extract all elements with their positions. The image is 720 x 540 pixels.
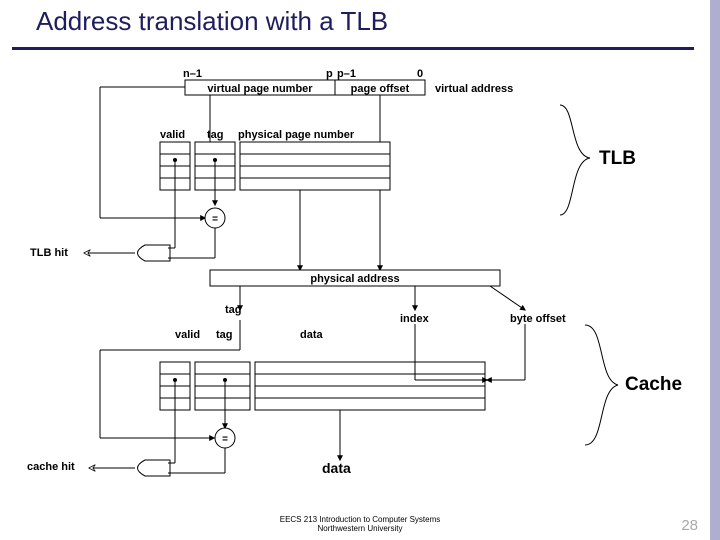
tlb-table: valid tag physical page number xyxy=(160,129,390,190)
label-pa-byte-offset: byte offset xyxy=(510,313,566,325)
label-tlb-hit: TLB hit xyxy=(30,247,68,259)
cache-table: valid tag data xyxy=(160,329,485,410)
tlb-header-valid: valid xyxy=(160,129,185,141)
label-pa-index: index xyxy=(400,313,430,325)
comparator-tlb-eq: = xyxy=(212,214,218,225)
label-cache-hit: cache hit xyxy=(27,461,75,473)
page-number: 28 xyxy=(681,517,698,534)
label-cache: Cache xyxy=(625,374,682,396)
label-p1: p–1 xyxy=(337,68,356,80)
cache-header-data: data xyxy=(300,329,324,341)
virtual-address-box: n–1 p p–1 0 virtual page number page off… xyxy=(183,68,513,95)
cache-header-tag: tag xyxy=(216,329,233,341)
brace-tlb xyxy=(560,105,590,215)
comparator-cache-eq: = xyxy=(222,434,228,445)
label-physical-address: physical address xyxy=(310,273,399,285)
label-n1: n–1 xyxy=(183,68,202,80)
label-virtual-address: virtual address xyxy=(435,83,513,95)
footer: EECS 213 Introduction to Computer System… xyxy=(0,516,720,534)
tlb-header-ppn: physical page number xyxy=(238,129,355,141)
label-page-offset: page offset xyxy=(351,83,410,95)
tlb-header-tag: tag xyxy=(207,129,224,141)
label-p: p xyxy=(326,68,333,80)
and-gate-cache xyxy=(138,460,171,476)
footer-line2: Northwestern University xyxy=(318,524,403,533)
arrow-pa-to-byteoffset xyxy=(490,286,525,310)
cache-header-valid: valid xyxy=(175,329,200,341)
label-zero: 0 xyxy=(417,68,423,80)
and-gate-tlb xyxy=(138,245,171,261)
label-vpn: virtual page number xyxy=(207,83,313,95)
label-tlb: TLB xyxy=(599,148,636,170)
footer-line1: EECS 213 Introduction to Computer System… xyxy=(280,515,441,524)
label-data-out: data xyxy=(322,460,351,476)
label-pa-tag: tag xyxy=(225,304,242,316)
brace-cache xyxy=(585,325,618,445)
diagram-svg: n–1 p p–1 0 virtual page number page off… xyxy=(0,0,720,540)
